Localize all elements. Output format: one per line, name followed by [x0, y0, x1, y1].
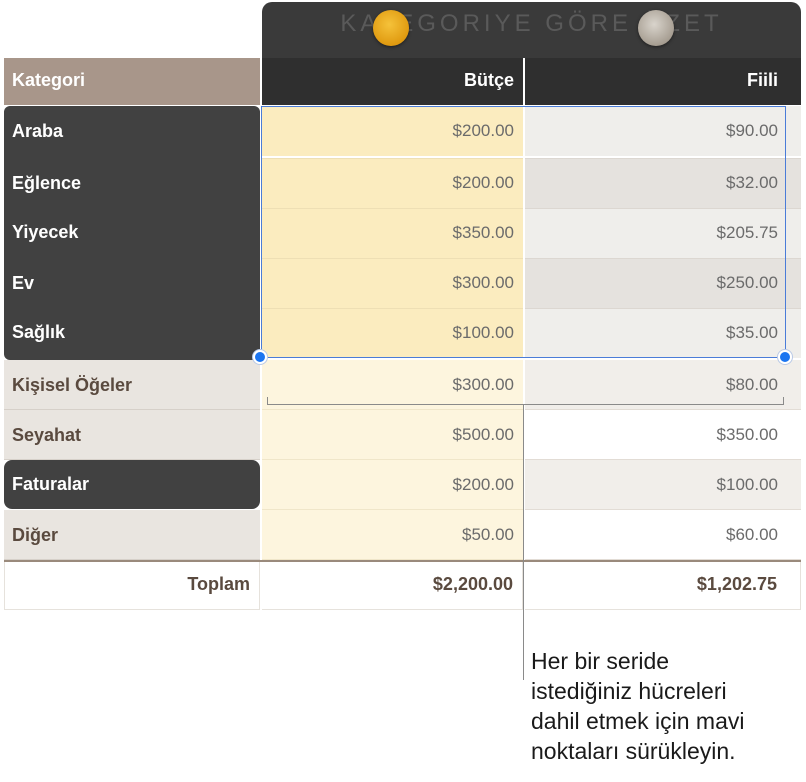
- budget-series-color-dot[interactable]: [373, 10, 409, 46]
- callout-leader-line: [523, 404, 524, 680]
- callout-line: dahil etmek için mavi: [531, 708, 745, 734]
- category-cell[interactable]: Seyahat: [4, 410, 260, 460]
- category-cell[interactable]: Yiyecek: [4, 207, 260, 257]
- category-cell[interactable]: Eğlence: [4, 158, 260, 208]
- actual-cell[interactable]: $60.00: [525, 510, 801, 560]
- actual-cell[interactable]: $100.00: [525, 460, 801, 510]
- selection-range: [261, 106, 786, 358]
- footer-label[interactable]: Toplam: [4, 562, 260, 610]
- selection-handle-right[interactable]: [778, 350, 792, 364]
- callout-bracket-right: [783, 397, 784, 405]
- footer-actual-total[interactable]: $1,202.75: [525, 562, 801, 610]
- actual-series-color-dot[interactable]: [638, 10, 674, 46]
- actual-cell[interactable]: $350.00: [525, 410, 801, 460]
- category-cell[interactable]: Sağlık: [4, 307, 260, 357]
- category-cell[interactable]: Ev: [4, 258, 260, 308]
- callout-line: Her bir seride: [531, 648, 670, 674]
- category-cell[interactable]: Araba: [4, 106, 260, 156]
- budget-cell[interactable]: $50.00: [262, 510, 523, 560]
- selection-handle-left[interactable]: [253, 350, 267, 364]
- callout-line: istediğiniz hücreleri: [531, 678, 727, 704]
- category-cell[interactable]: Diğer: [4, 510, 260, 560]
- callout-bracket: [267, 404, 784, 405]
- actual-cell[interactable]: $80.00: [525, 360, 801, 410]
- category-cell[interactable]: Kişisel Öğeler: [4, 360, 260, 410]
- budget-cell[interactable]: $300.00: [262, 360, 523, 410]
- footer-budget-total[interactable]: $2,200.00: [262, 562, 523, 610]
- budget-cell[interactable]: $500.00: [262, 410, 523, 460]
- header-budget[interactable]: Bütçe: [262, 58, 523, 105]
- chart-title: KATEGORIYE GÖRE ÖZET: [340, 10, 723, 37]
- budget-cell[interactable]: $200.00: [262, 460, 523, 510]
- callout-text: Her bir seride istediğiniz hücreleri dah…: [531, 646, 806, 766]
- callout-line: noktaları sürükleyin.: [531, 738, 736, 764]
- category-cell-selected[interactable]: Faturalar: [4, 460, 260, 509]
- header-category[interactable]: Kategori: [4, 58, 260, 105]
- header-actual[interactable]: Fiili: [525, 58, 801, 105]
